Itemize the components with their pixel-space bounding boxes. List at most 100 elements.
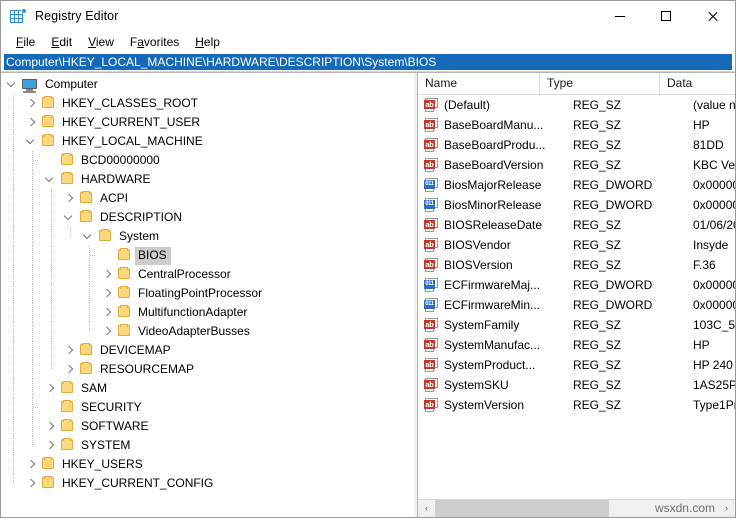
tree-node-hkey-users[interactable]: HKEY_USERS [1, 455, 413, 474]
value-type: REG_SZ [573, 378, 622, 392]
tree-guide [13, 436, 14, 455]
value-row[interactable]: ab (Default) REG_SZ (value not set) [418, 95, 735, 115]
tree-node-hkey-classes-root[interactable]: HKEY_CLASSES_ROOT [1, 94, 413, 113]
folder-icon [78, 189, 94, 208]
chevron-right-icon[interactable] [100, 265, 116, 284]
tree-guide [51, 227, 52, 246]
chevron-right-icon[interactable] [43, 436, 59, 455]
value-row[interactable]: ab BaseBoardVersion REG_SZ KBC Version ( [418, 155, 735, 175]
value-row[interactable]: 011 ECFirmwareMaj... REG_DWORD 0x00000045 ( [418, 275, 735, 295]
chevron-right-icon[interactable] [100, 322, 116, 341]
value-row[interactable]: ab BIOSVendor REG_SZ Insyde [418, 235, 735, 255]
values-list[interactable]: ab (Default) REG_SZ (value not set) ab BaseBo… [418, 95, 735, 499]
chevron-right-icon[interactable] [24, 455, 40, 474]
menu-file[interactable]: File [8, 33, 43, 52]
folder-icon [59, 151, 75, 170]
tree-guide [32, 360, 33, 379]
value-data: 0x00000045 ( [693, 278, 735, 292]
string-value-icon: ab [424, 97, 440, 113]
tree-node-devicemap[interactable]: DEVICEMAP [1, 341, 413, 360]
value-row[interactable]: 011 BiosMajorRelease REG_DWORD 0x0000000f (… [418, 175, 735, 195]
tree-node-resourcemap[interactable]: RESOURCEMAP [1, 360, 413, 379]
chevron-right-icon[interactable] [24, 474, 40, 493]
chevron-right-icon[interactable] [62, 189, 78, 208]
chevron-down-icon[interactable] [5, 75, 21, 94]
folder-icon [40, 94, 56, 113]
value-row[interactable]: ab BIOSReleaseDate REG_SZ 01/06/2020 [418, 215, 735, 235]
tree-node-system[interactable]: SYSTEM [1, 436, 413, 455]
tree-node-bcd00000000[interactable]: BCD00000000 [1, 151, 413, 170]
tree-node-hardware[interactable]: HARDWARE [1, 170, 413, 189]
tree-guide [13, 303, 14, 322]
tree-node-centralprocessor[interactable]: CentralProcessor [1, 265, 413, 284]
tree-node-videoadapterbusses[interactable]: VideoAdapterBusses [1, 322, 413, 341]
tree-guide [89, 303, 90, 322]
tree-node-hkey-current-user[interactable]: HKEY_CURRENT_USER [1, 113, 413, 132]
value-row[interactable]: ab SystemFamily REG_SZ 103C_5336AN [418, 315, 735, 335]
chevron-right-icon[interactable] [43, 379, 59, 398]
address-input[interactable]: Computer\HKEY_LOCAL_MACHINE\HARDWARE\DES… [4, 54, 732, 70]
tree-guide [89, 284, 90, 303]
menu-help[interactable]: Help [187, 33, 228, 52]
registry-tree[interactable]: Computer HKEY_CLASSES_ROOT HKEY_CURRENT_US… [1, 73, 413, 517]
maximize-button[interactable] [643, 1, 689, 31]
tree-node-multifunctionadapter[interactable]: MultifunctionAdapter [1, 303, 413, 322]
value-data: 0x0000000f (1 [693, 178, 735, 192]
value-data: HP 240 G5 N [693, 358, 735, 372]
chevron-down-icon[interactable] [24, 132, 40, 151]
scroll-track[interactable] [435, 500, 718, 517]
chevron-right-icon[interactable] [100, 303, 116, 322]
value-row[interactable]: 011 ECFirmwareMin... REG_DWORD 0x00000008 ( [418, 295, 735, 315]
tree-node-floatingpointprocessor[interactable]: FloatingPointProcessor [1, 284, 413, 303]
tree-node-sam[interactable]: SAM [1, 379, 413, 398]
tree-node-hkey-current-config[interactable]: HKEY_CURRENT_CONFIG [1, 474, 413, 493]
value-row[interactable]: 011 BiosMinorRelease REG_DWORD 0x0000001e ( [418, 195, 735, 215]
scroll-left-arrow[interactable]: ‹ [418, 500, 435, 517]
chevron-down-icon[interactable] [43, 170, 59, 189]
chevron-down-icon[interactable] [81, 227, 97, 246]
chevron-right-icon[interactable] [24, 113, 40, 132]
column-header-data[interactable]: Data [660, 73, 735, 94]
tree-guide [32, 189, 33, 208]
tree-node-software[interactable]: SOFTWARE [1, 417, 413, 436]
tree-node-acpi[interactable]: ACPI [1, 189, 413, 208]
tree-node-security[interactable]: SECURITY [1, 398, 413, 417]
chevron-right-icon[interactable] [100, 284, 116, 303]
tree-node-description[interactable]: DESCRIPTION [1, 208, 413, 227]
scroll-right-arrow[interactable]: › [718, 500, 735, 517]
value-row[interactable]: ab BaseBoardProdu... REG_SZ 81DD [418, 135, 735, 155]
value-row[interactable]: ab SystemProduct... REG_SZ HP 240 G5 N [418, 355, 735, 375]
minimize-button[interactable] [597, 1, 643, 31]
menu-view[interactable]: View [80, 33, 122, 52]
chevron-right-icon[interactable] [43, 417, 59, 436]
column-header-name[interactable]: Name [418, 73, 540, 94]
folder-icon [59, 417, 75, 436]
tree-guide [13, 265, 14, 284]
chevron-right-icon[interactable] [62, 341, 78, 360]
tree-node-computer[interactable]: Computer [1, 75, 413, 94]
tree-guide [33, 160, 39, 161]
menu-favorites[interactable]: Favorites [122, 33, 187, 52]
window-title: Registry Editor [35, 9, 119, 23]
value-row[interactable]: ab BaseBoardManu... REG_SZ HP [418, 115, 735, 135]
tree-node-hkey-local-machine[interactable]: HKEY_LOCAL_MACHINE [1, 132, 413, 151]
tree-node-system[interactable]: System [1, 227, 413, 246]
column-header-type[interactable]: Type [540, 73, 660, 94]
value-row[interactable]: ab SystemSKU REG_SZ 1AS25PA#AC [418, 375, 735, 395]
tree-node-bios[interactable]: BIOS [1, 246, 413, 265]
scroll-thumb[interactable] [435, 500, 609, 517]
menu-edit[interactable]: Edit [43, 33, 80, 52]
chevron-right-icon[interactable] [24, 94, 40, 113]
chevron-down-icon[interactable] [62, 208, 78, 227]
value-data: 81DD [693, 138, 724, 152]
value-row[interactable]: ab BIOSVersion REG_SZ F.36 [418, 255, 735, 275]
value-data: HP [693, 118, 710, 132]
chevron-right-icon[interactable] [62, 360, 78, 379]
horizontal-scrollbar[interactable]: ‹ › wsxdn.com [418, 499, 735, 517]
value-row[interactable]: ab SystemVersion REG_SZ Type1Produc [418, 395, 735, 415]
close-button[interactable] [689, 1, 735, 31]
tree-guide [33, 407, 39, 408]
value-row[interactable]: ab SystemManufac... REG_SZ HP [418, 335, 735, 355]
